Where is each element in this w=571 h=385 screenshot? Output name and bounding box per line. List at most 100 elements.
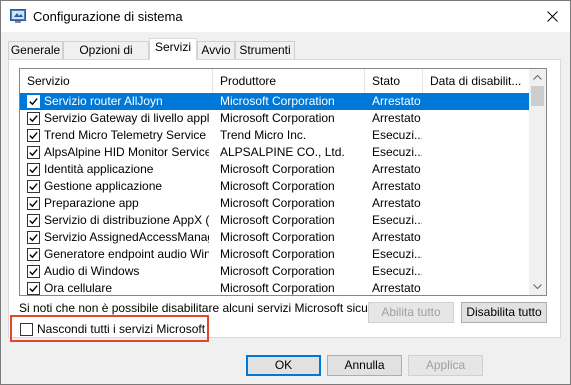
cancel-button[interactable]: Annulla: [327, 355, 402, 376]
service-name-cell: Gestione applicazione: [44, 179, 163, 193]
disable-all-button[interactable]: Disabilita tutto: [461, 302, 547, 323]
table-row[interactable]: Ora cellulare Microsoft Corporation Arrest…: [20, 280, 530, 295]
table-row[interactable]: Generatore endpoint audio Wind... Microso…: [20, 246, 530, 263]
service-vendor-cell: ALPSALPINE CO., Ltd.: [220, 145, 345, 159]
tab-opzioni-di-avvio[interactable]: Opzioni di avvio: [63, 41, 149, 74]
hide-ms-services-highlight: Nascondi tutti i servizi Microsoft: [10, 315, 209, 342]
service-checkbox[interactable]: [27, 163, 40, 176]
service-disabled-date-cell: [430, 263, 528, 280]
tab-servizi[interactable]: Servizi: [149, 38, 197, 60]
table-row[interactable]: Servizio Gateway di livello applic... Mic…: [20, 110, 530, 127]
ok-button[interactable]: OK: [246, 355, 321, 376]
service-vendor-cell: Microsoft Corporation: [220, 162, 335, 176]
service-name-cell: Trend Micro Telemetry Service: [44, 128, 207, 142]
service-name-cell: Servizio di distribuzione AppX (A...: [44, 213, 209, 227]
table-row[interactable]: Trend Micro Telemetry Service Trend Micro…: [20, 127, 530, 144]
service-name-cell: Generatore endpoint audio Wind...: [44, 247, 209, 261]
window-title: Configurazione di sistema: [33, 9, 183, 24]
service-disabled-date-cell: [430, 144, 528, 161]
scrollbar-thumb[interactable]: [531, 86, 544, 106]
service-vendor-cell: Microsoft Corporation: [220, 247, 335, 261]
column-header-stato[interactable]: Stato: [365, 69, 423, 93]
service-disabled-date-cell: [430, 161, 528, 178]
hide-ms-services-checkbox[interactable]: [20, 323, 33, 336]
service-disabled-date-cell: [430, 127, 528, 144]
table-row[interactable]: Servizio AssignedAccessManager Microsoft …: [20, 229, 530, 246]
service-status-cell: Arrestato: [372, 179, 421, 193]
table-row[interactable]: AlpsAlpine HID Monitor Service ALPSALPINE…: [20, 144, 530, 161]
checkmark-icon: [29, 268, 38, 276]
service-name-cell: AlpsAlpine HID Monitor Service: [44, 145, 209, 159]
scroll-down-arrow[interactable]: [529, 278, 546, 295]
table-row[interactable]: Gestione applicazione Microsoft Corporati…: [20, 178, 530, 195]
close-button[interactable]: [534, 1, 570, 32]
checkmark-icon: [29, 285, 38, 293]
microsoft-services-note: Si noti che non è possibile disabilitare…: [19, 301, 378, 315]
checkmark-icon: [29, 183, 38, 191]
service-status-cell: Arrestato: [372, 94, 421, 108]
service-status-cell: Esecuzi...: [372, 247, 422, 261]
service-vendor-cell: Microsoft Corporation: [220, 281, 335, 295]
checkmark-icon: [29, 234, 38, 242]
checkmark-icon: [29, 217, 38, 225]
tab-strumenti[interactable]: Strumenti: [235, 41, 295, 59]
checkmark-icon: [29, 200, 38, 208]
service-checkbox[interactable]: [27, 265, 40, 278]
vertical-scrollbar[interactable]: [529, 69, 546, 295]
checkmark-icon: [29, 98, 38, 106]
table-row[interactable]: Servizio di distribuzione AppX (A... Micr…: [20, 212, 530, 229]
service-checkbox[interactable]: [27, 248, 40, 261]
service-disabled-date-cell: [430, 212, 528, 229]
checkmark-icon: [29, 132, 38, 140]
service-status-cell: Esecuzi...: [372, 213, 422, 227]
service-status-cell: Esecuzi...: [372, 128, 422, 142]
service-checkbox[interactable]: [27, 214, 40, 227]
service-vendor-cell: Microsoft Corporation: [220, 111, 335, 125]
service-vendor-cell: Trend Micro Inc.: [220, 128, 307, 142]
service-vendor-cell: Microsoft Corporation: [220, 213, 335, 227]
service-vendor-cell: Microsoft Corporation: [220, 179, 335, 193]
service-disabled-date-cell: [430, 246, 528, 263]
service-status-cell: Arrestato: [372, 162, 421, 176]
service-name-cell: Servizio AssignedAccessManager: [44, 230, 209, 244]
services-list[interactable]: Servizio Produttore Stato Data di disabi…: [19, 68, 547, 296]
service-checkbox[interactable]: [27, 129, 40, 142]
list-header: Servizio Produttore Stato Data di disabi…: [20, 69, 530, 93]
tab-avvio[interactable]: Avvio: [197, 41, 235, 59]
service-disabled-date-cell: [430, 229, 528, 246]
enable-all-button[interactable]: Abilita tutto: [368, 302, 454, 323]
service-checkbox[interactable]: [27, 197, 40, 210]
service-checkbox[interactable]: [27, 112, 40, 125]
service-disabled-date-cell: [430, 110, 528, 127]
checkmark-icon: [29, 115, 38, 123]
service-name-cell: Ora cellulare: [44, 281, 113, 295]
service-status-cell: Arrestato: [372, 230, 421, 244]
service-checkbox[interactable]: [27, 231, 40, 244]
apply-button[interactable]: Applica: [408, 355, 483, 376]
service-status-cell: Esecuzi...: [372, 264, 422, 278]
service-name-cell: Servizio Gateway di livello applic...: [44, 111, 209, 125]
msconfig-icon: [10, 9, 26, 23]
service-checkbox[interactable]: [27, 282, 40, 295]
column-header-produttore[interactable]: Produttore: [213, 69, 365, 93]
table-row[interactable]: Identità applicazione Microsoft Corporati…: [20, 161, 530, 178]
service-status-cell: Esecuzi...: [372, 145, 422, 159]
column-header-data-disabilitazione[interactable]: Data di disabilit...: [423, 69, 530, 93]
service-checkbox[interactable]: [27, 95, 40, 108]
service-disabled-date-cell: [430, 178, 528, 195]
service-vendor-cell: Microsoft Corporation: [220, 230, 335, 244]
scroll-up-arrow[interactable]: [529, 69, 546, 86]
service-disabled-date-cell: [430, 93, 528, 110]
tab-generale[interactable]: Generale: [8, 41, 63, 59]
table-row[interactable]: Preparazione app Microsoft Corporation Arr…: [20, 195, 530, 212]
service-checkbox[interactable]: [27, 180, 40, 193]
column-header-servizio[interactable]: Servizio: [20, 69, 213, 93]
checkmark-icon: [29, 251, 38, 259]
hide-ms-services-label[interactable]: Nascondi tutti i servizi Microsoft: [37, 322, 205, 336]
chevron-up-icon: [533, 75, 542, 80]
service-disabled-date-cell: [430, 280, 528, 295]
table-row[interactable]: Servizio router AllJoyn Microsoft Corpora…: [20, 93, 530, 110]
table-row[interactable]: Audio di Windows Microsoft Corporation Ese…: [20, 263, 530, 280]
service-status-cell: Arrestato: [372, 111, 421, 125]
service-checkbox[interactable]: [27, 146, 40, 159]
